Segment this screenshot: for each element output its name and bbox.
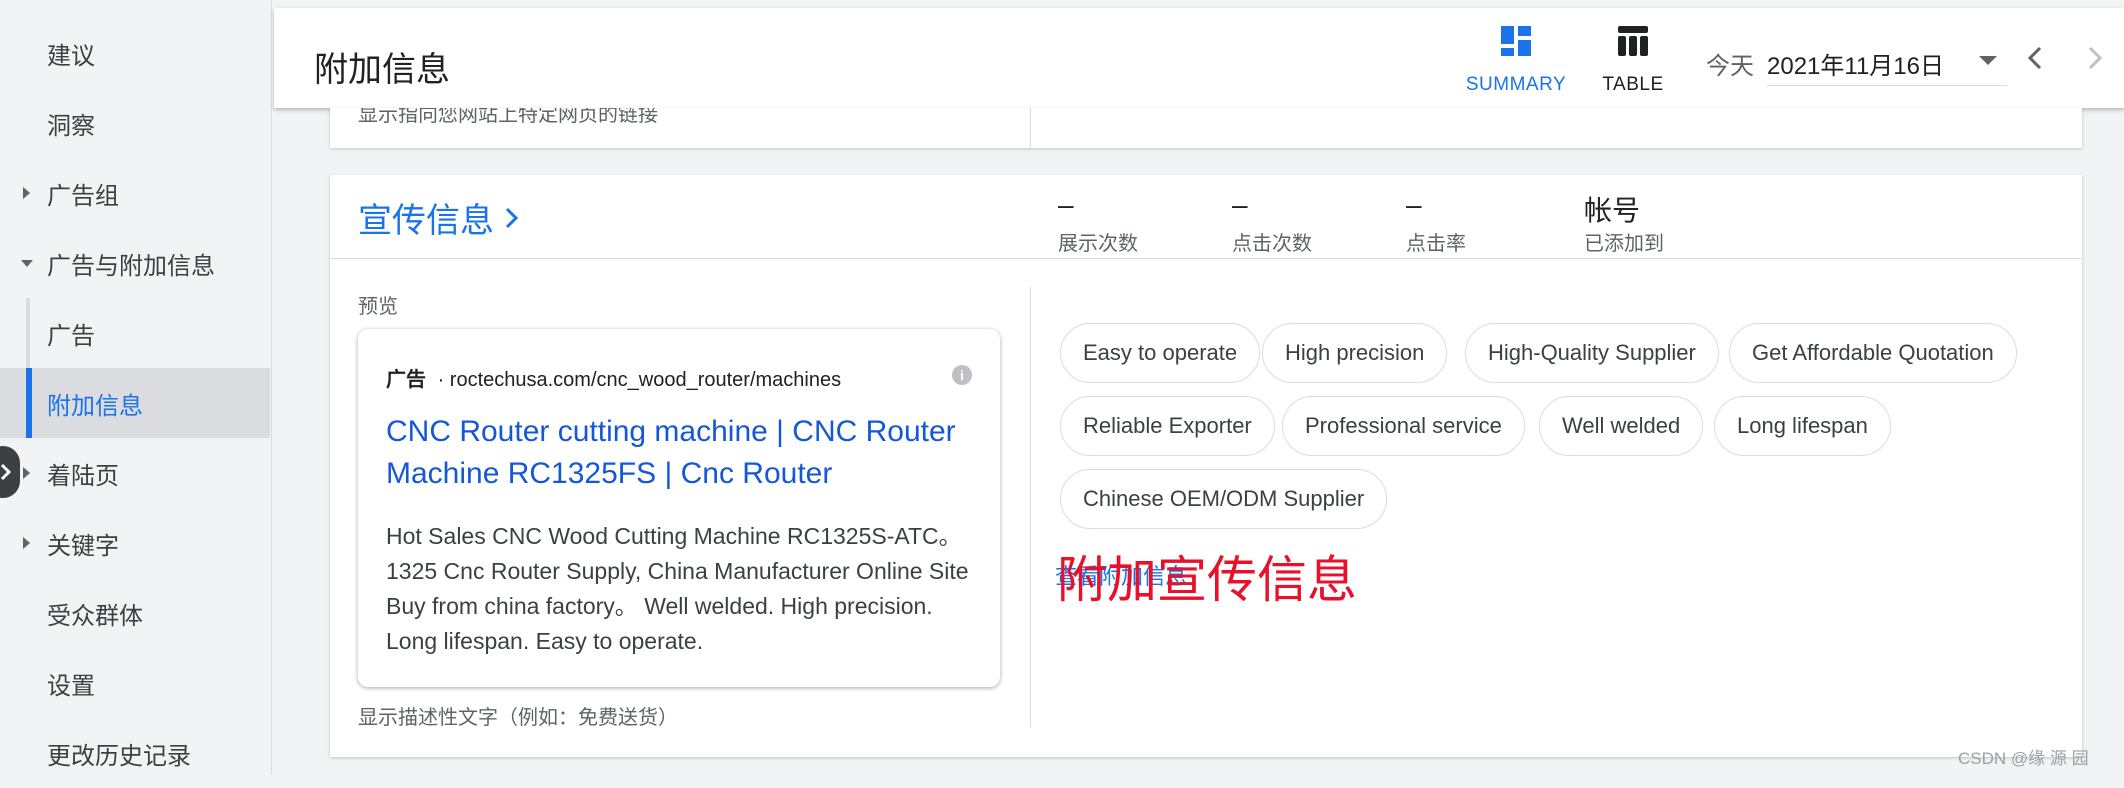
card-header: 宣传信息 – 展示次数 – 点击次数 – 点击率 帐号 已添加到 <box>330 175 2082 259</box>
next-period-button[interactable] <box>2084 44 2106 72</box>
metric-clicks: – 点击次数 <box>1232 189 1312 256</box>
sidebar-item-label: 广告 <box>47 322 95 350</box>
table-icon <box>1618 26 1648 56</box>
header-bar: 附加信息 SUMMARY TABLE 今天 2021年11月16日 <box>274 8 2124 108</box>
expand-arrow-icon <box>23 187 30 199</box>
date-range-value: 2021年11月16日 <box>1767 53 1944 80</box>
sidebar: 建议 洞察 广告组 广告与附加信息 广告 附加信息 着陆页 关键字 受众群体 设… <box>0 0 272 775</box>
sidebar-item-extensions[interactable]: 附加信息 <box>0 368 270 438</box>
callout-chip[interactable]: Well welded <box>1539 396 1704 456</box>
metric-label: 点击次数 <box>1232 233 1312 255</box>
active-indicator <box>26 368 32 438</box>
ad-headline[interactable]: CNC Router cutting machine | CNC Router … <box>386 411 986 495</box>
dropdown-arrow-icon <box>1979 56 1997 65</box>
card-title: 宣传信息 <box>358 202 494 240</box>
date-range-label: 今天 <box>1706 53 1754 80</box>
metric-ctr: – 点击率 <box>1406 189 1466 256</box>
previous-period-button[interactable] <box>2024 44 2046 72</box>
preview-label: 预览 <box>358 296 398 318</box>
annotation-text: 附加宣传信息 <box>1057 552 1357 608</box>
sidebar-item-label: 附加信息 <box>47 392 143 420</box>
table-view-label: TABLE <box>1602 74 1664 95</box>
sidebar-item-audiences[interactable]: 受众群体 <box>0 578 270 648</box>
table-view-button[interactable]: TABLE <box>1578 24 1688 96</box>
watermark: CSDN @缘 源 园 <box>1958 749 2089 768</box>
sitelink-description: 显示指向您网站上特定网页的链接 <box>358 108 658 126</box>
chevron-right-icon <box>505 207 519 228</box>
callout-chip[interactable]: High-Quality Supplier <box>1465 323 1719 383</box>
callout-chip[interactable]: High precision <box>1262 323 1448 383</box>
ad-badge: 广告 <box>386 369 426 391</box>
callout-chip[interactable]: Chinese OEM/ODM Supplier <box>1060 469 1388 529</box>
sidebar-item-insights[interactable]: 洞察 <box>0 88 270 158</box>
metric-value: – <box>1406 189 1422 220</box>
sidebar-item-settings[interactable]: 设置 <box>0 648 270 718</box>
sidebar-item-label: 着陆页 <box>47 462 119 490</box>
sidebar-item-label: 受众群体 <box>47 602 143 630</box>
summary-view-button[interactable]: SUMMARY <box>1461 24 1571 96</box>
callout-chip[interactable]: Reliable Exporter <box>1060 396 1275 456</box>
page-title: 附加信息 <box>314 51 450 89</box>
expand-arrow-icon <box>23 537 30 549</box>
sidebar-item-keywords[interactable]: 关键字 <box>0 508 270 578</box>
ad-description: Hot Sales CNC Wood Cutting Machine RC132… <box>386 523 969 654</box>
metric-label: 点击率 <box>1406 233 1466 255</box>
ad-preview: 广告 · roctechusa.com/cnc_wood_router/mach… <box>358 329 1000 687</box>
sidebar-item-landing-pages[interactable]: 着陆页 <box>0 438 270 508</box>
previous-extension-card: 显示指向您网站上特定网页的链接 <box>330 108 2082 148</box>
sidebar-item-label: 设置 <box>47 672 95 700</box>
sidebar-item-ads-extensions[interactable]: 广告与附加信息 <box>0 228 270 298</box>
collapse-arrow-icon <box>21 259 33 267</box>
sidebar-item-label: 广告组 <box>47 182 119 210</box>
dashboard-icon <box>1501 26 1531 56</box>
callout-title-link[interactable]: 宣传信息 <box>358 193 520 242</box>
summary-view-label: SUMMARY <box>1465 74 1567 95</box>
metric-value: – <box>1232 189 1248 220</box>
sidebar-item-change-history[interactable]: 更改历史记录 <box>0 718 270 788</box>
callout-chip[interactable]: Easy to operate <box>1060 323 1261 383</box>
sidebar-item-label: 更改历史记录 <box>47 742 191 770</box>
divider <box>1030 287 1031 727</box>
sidebar-item-suggestions[interactable]: 建议 <box>0 18 270 88</box>
info-icon[interactable]: i <box>952 365 972 385</box>
metric-value: – <box>1058 189 1074 220</box>
callout-extension-card: 宣传信息 – 展示次数 – 点击次数 – 点击率 帐号 已添加到 预览 广告 ·… <box>330 175 2082 757</box>
sidebar-item-ad-groups[interactable]: 广告组 <box>0 158 270 228</box>
metric-impressions: – 展示次数 <box>1058 189 1138 256</box>
ad-meta: 广告 · roctechusa.com/cnc_wood_router/mach… <box>386 363 841 392</box>
expand-arrow-icon <box>23 467 30 479</box>
sidebar-item-label: 关键字 <box>47 532 119 560</box>
callout-chip[interactable]: Professional service <box>1282 396 1525 456</box>
sidebar-item-label: 建议 <box>47 42 95 70</box>
metric-label: 展示次数 <box>1058 233 1138 255</box>
chevron-right-icon <box>0 463 12 481</box>
metric-added-to: 帐号 已添加到 <box>1584 189 1664 256</box>
callout-chip[interactable]: Get Affordable Quotation <box>1729 323 2017 383</box>
metric-label: 已添加到 <box>1584 233 1664 255</box>
sidebar-item-ads[interactable]: 广告 <box>0 298 270 368</box>
description-hint: 显示描述性文字（例如：免费送货） <box>358 707 678 729</box>
callout-chip[interactable]: Long lifespan <box>1714 396 1891 456</box>
date-range-dropdown[interactable]: 2021年11月16日 <box>1767 36 2007 86</box>
sidebar-item-label: 洞察 <box>47 112 95 140</box>
ad-display-url: roctechusa.com/cnc_wood_router/machines <box>449 369 842 391</box>
sidebar-toggle-button[interactable] <box>0 446 20 498</box>
ad-separator: · <box>437 369 445 391</box>
divider <box>1030 108 1031 148</box>
metric-value: 帐号 <box>1584 195 1641 226</box>
sidebar-item-label: 广告与附加信息 <box>47 252 215 280</box>
